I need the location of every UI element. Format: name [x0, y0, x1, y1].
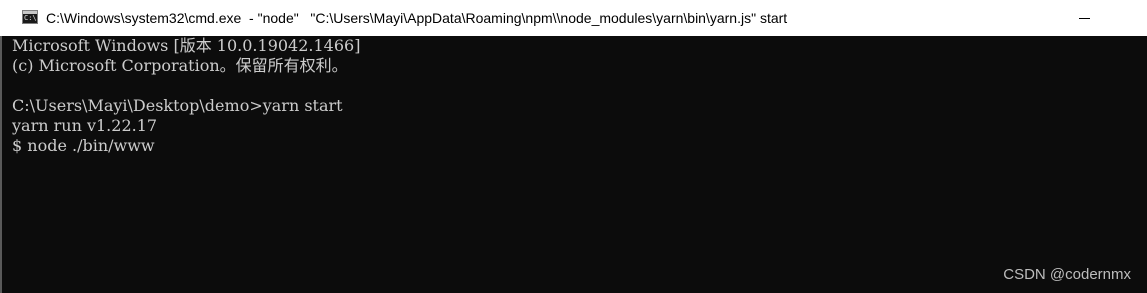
minimize-button[interactable] [1075, 9, 1095, 27]
console-line: yarn run v1.22.17 [12, 116, 158, 135]
command-prompt-icon[interactable]: C:\ [22, 10, 38, 24]
title-bar[interactable]: C:\ C:\Windows\system32\cmd.exe - "node"… [0, 0, 1147, 36]
console-line: C:\Users\Mayi\Desktop\demo>yarn start [12, 96, 343, 115]
console-output[interactable]: Microsoft Windows [版本 10.0.19042.1466] (… [0, 36, 1147, 293]
window-title: C:\Windows\system32\cmd.exe - "node" "C:… [46, 10, 788, 26]
watermark: CSDN @codernmx [1003, 266, 1131, 283]
console-line: $ node ./bin/www [12, 136, 155, 155]
console-line: (c) Microsoft Corporation。保留所有权利。 [12, 56, 348, 75]
cmd-window: C:\ C:\Windows\system32\cmd.exe - "node"… [0, 0, 1147, 293]
console-line: Microsoft Windows [版本 10.0.19042.1466] [12, 36, 361, 55]
icon-text: C:\ [24, 14, 37, 22]
